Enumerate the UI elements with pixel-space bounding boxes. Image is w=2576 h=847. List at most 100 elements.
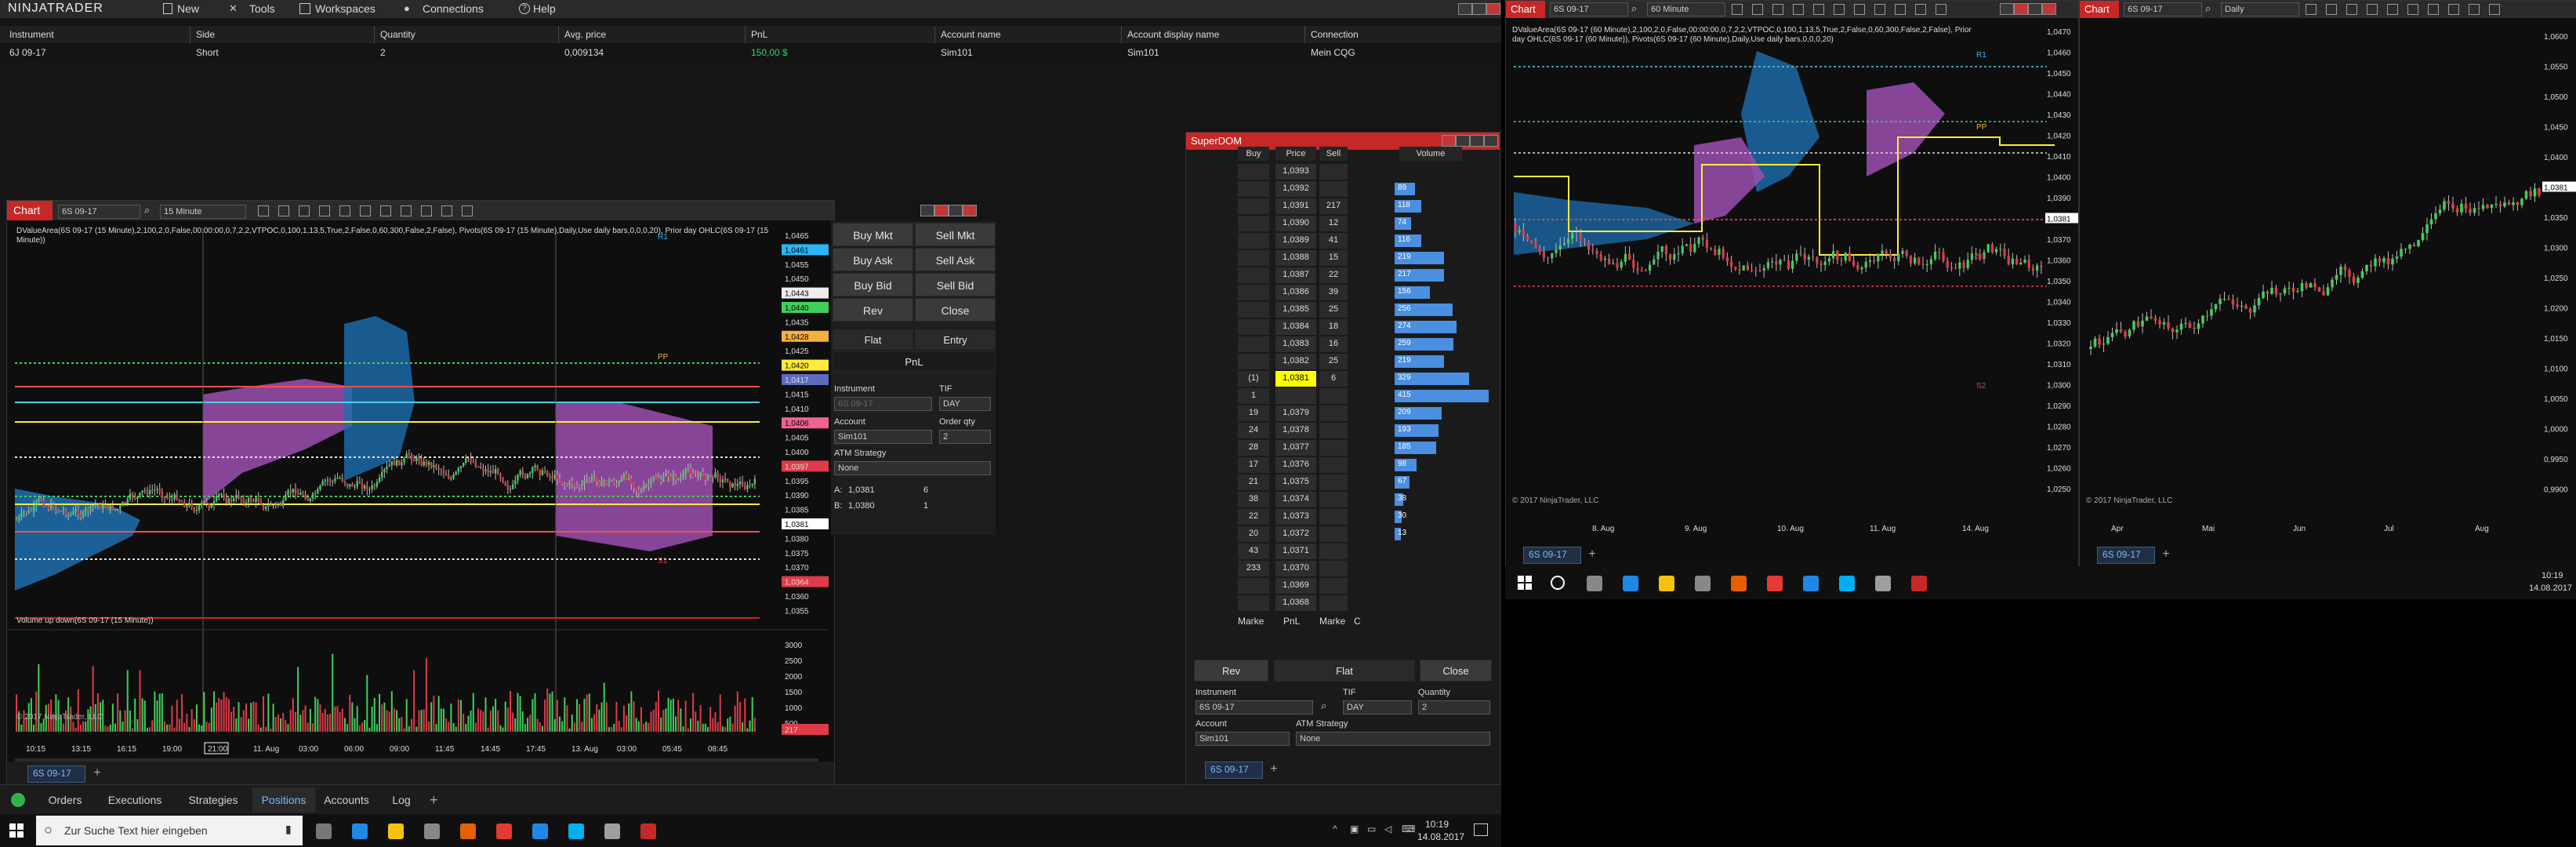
tray-volume-icon[interactable]: ◁ xyxy=(1384,823,1391,834)
store-icon[interactable] xyxy=(424,823,440,839)
column-header[interactable]: PnL xyxy=(751,29,767,40)
chart1-maximize-button[interactable] xyxy=(949,205,963,216)
chart-tool-icon[interactable] xyxy=(1874,4,1885,15)
chart2-instrument-selector[interactable]: 6S 09-17 xyxy=(1550,2,1628,16)
sell-cell[interactable] xyxy=(1319,492,1348,507)
interval-selector[interactable]: 15 Minute xyxy=(160,205,246,219)
explorer-icon[interactable] xyxy=(1659,576,1674,591)
minimize-button[interactable] xyxy=(1458,3,1472,15)
windows-start-button[interactable] xyxy=(9,823,24,838)
column-header[interactable]: Side xyxy=(196,29,215,40)
sell-cell[interactable] xyxy=(1319,405,1348,421)
chart3-tab[interactable]: Chart xyxy=(2080,1,2119,18)
chart2-instrument-tab[interactable]: 6S 09-17 xyxy=(1523,547,1581,564)
buy-cell[interactable] xyxy=(1238,267,1269,283)
skype-icon[interactable] xyxy=(568,823,584,839)
chart-tool-icon[interactable] xyxy=(299,205,310,216)
column-divider[interactable] xyxy=(558,26,559,43)
column-divider[interactable] xyxy=(1304,26,1305,43)
sell-cell[interactable] xyxy=(1319,457,1348,473)
chart3-interval-selector[interactable]: Daily xyxy=(2221,2,2299,16)
search-icon[interactable]: ⌕ xyxy=(144,204,150,216)
superdom-add-tab-button[interactable]: + xyxy=(1266,762,1282,777)
tab-strategies[interactable]: Strategies xyxy=(174,787,252,812)
tab-chart[interactable]: Chart xyxy=(7,201,53,220)
chart-tool-icon[interactable] xyxy=(401,205,412,216)
chart-tool-icon[interactable] xyxy=(1834,4,1845,15)
chart2-close-button[interactable] xyxy=(2042,3,2056,15)
app2-icon[interactable] xyxy=(604,823,620,839)
sell-ask-button[interactable]: Sell Ask xyxy=(915,248,996,271)
edge-icon[interactable] xyxy=(1623,576,1638,591)
chart-tool-icon[interactable] xyxy=(421,205,432,216)
sell-cell[interactable] xyxy=(1319,388,1348,404)
chart-tool-icon[interactable] xyxy=(2306,4,2317,15)
chart-tool-icon[interactable] xyxy=(2326,4,2337,15)
chart-tool-icon[interactable] xyxy=(1813,4,1824,15)
chart-tool-icon[interactable] xyxy=(2428,4,2439,15)
chart-tool-icon[interactable] xyxy=(319,205,330,216)
chart2-tab[interactable]: Chart xyxy=(1506,1,1545,18)
sell-cell[interactable] xyxy=(1319,181,1348,197)
sell-cell[interactable] xyxy=(1319,543,1348,559)
taskbar-clock-time[interactable]: 10:19 xyxy=(1425,819,1449,830)
task-view-icon[interactable] xyxy=(1587,576,1602,591)
cortana-icon[interactable] xyxy=(1551,576,1565,590)
superdom-market-right[interactable]: Marke xyxy=(1319,616,1345,627)
superdom-qty-input[interactable]: 2 xyxy=(1418,700,1490,714)
tab-log[interactable]: Log xyxy=(378,787,425,812)
taskbar2-clock-time[interactable]: 10:19 xyxy=(2542,571,2563,580)
chart-tool-icon[interactable] xyxy=(258,205,269,216)
sell-bid-button[interactable]: Sell Bid xyxy=(915,273,996,296)
column-header[interactable]: Avg. price xyxy=(564,29,606,40)
close-position-button[interactable]: Close xyxy=(915,298,996,322)
buy-cell[interactable] xyxy=(1238,216,1269,231)
buy-cell[interactable] xyxy=(1238,302,1269,318)
column-header[interactable]: Account name xyxy=(941,29,1001,40)
chart1-close-button[interactable] xyxy=(963,205,977,216)
sell-cell[interactable] xyxy=(1319,164,1348,180)
tab-executions[interactable]: Executions xyxy=(96,787,174,812)
buy-bid-button[interactable]: Buy Bid xyxy=(833,273,913,296)
account-select[interactable]: Sim101 xyxy=(834,430,932,444)
order-qty-input[interactable]: 2 xyxy=(939,430,991,444)
superdom-rev-button[interactable]: Rev xyxy=(1194,660,1268,682)
superdom-tif-select[interactable]: DAY xyxy=(1343,700,1412,714)
skype-icon[interactable] xyxy=(1839,576,1855,591)
price-chart-60min[interactable]: 1,0470 1,0460 1,0450 1,0440 1,0430 1,0420 1,04… xyxy=(1506,20,2078,545)
superdom-account-select[interactable]: Sim101 xyxy=(1195,732,1290,746)
chart-tool-icon[interactable] xyxy=(1915,4,1926,15)
buy-cell[interactable] xyxy=(1238,181,1269,197)
chart1-instrument-tab[interactable]: 6S 09-17 xyxy=(27,765,85,783)
superdom-atm-select[interactable]: None xyxy=(1296,732,1490,746)
chart-tool-icon[interactable] xyxy=(1854,4,1865,15)
instrument-select[interactable]: 6S 09-17 xyxy=(834,397,932,411)
sell-mkt-button[interactable]: Sell Mkt xyxy=(915,223,996,246)
windows-start-button-right[interactable] xyxy=(1518,576,1532,590)
superdom-ladder[interactable]: Buy Price Sell Volume 1,0393 1,0392 89 1,0391 21… xyxy=(1238,147,1497,650)
explorer-icon[interactable] xyxy=(388,823,404,839)
chart-tool-icon[interactable] xyxy=(1732,4,1743,15)
buy-mkt-button[interactable]: Buy Mkt xyxy=(833,223,913,246)
price-chart-15min[interactable]: 1,0465 1,0461 1,0455 1,0450 1,0443 1,0440 1,04… xyxy=(7,222,829,771)
chart-tool-icon[interactable] xyxy=(278,205,289,216)
chart-tool-icon[interactable] xyxy=(1793,4,1804,15)
column-header[interactable]: Instrument xyxy=(9,29,54,40)
sell-cell[interactable] xyxy=(1319,526,1348,542)
atm-strategy-select[interactable]: None xyxy=(834,461,991,475)
buy-cell[interactable] xyxy=(1238,285,1269,300)
tif-select[interactable]: DAY xyxy=(939,397,991,411)
chart2-search-icon[interactable]: ⌕ xyxy=(1631,2,1637,15)
chart-tool-icon[interactable] xyxy=(1895,4,1906,15)
buy-cell[interactable] xyxy=(1238,578,1269,594)
taskbar2-clock-date[interactable]: 14.08.2017 xyxy=(2529,583,2572,593)
chart2-maximize-button[interactable] xyxy=(2028,3,2042,15)
buy-cell[interactable] xyxy=(1238,354,1269,369)
chart3-add-tab-button[interactable]: + xyxy=(2158,547,2174,562)
chart3-search-icon[interactable]: ⌕ xyxy=(2205,2,2211,15)
ninjatrader-icon[interactable] xyxy=(640,823,656,839)
ninjatrader-icon[interactable] xyxy=(1911,576,1927,591)
edge-icon[interactable] xyxy=(352,823,368,839)
chart2-interval-selector[interactable]: 60 Minute xyxy=(1647,2,1725,16)
tray-network-icon[interactable]: ▣ xyxy=(1350,823,1359,834)
